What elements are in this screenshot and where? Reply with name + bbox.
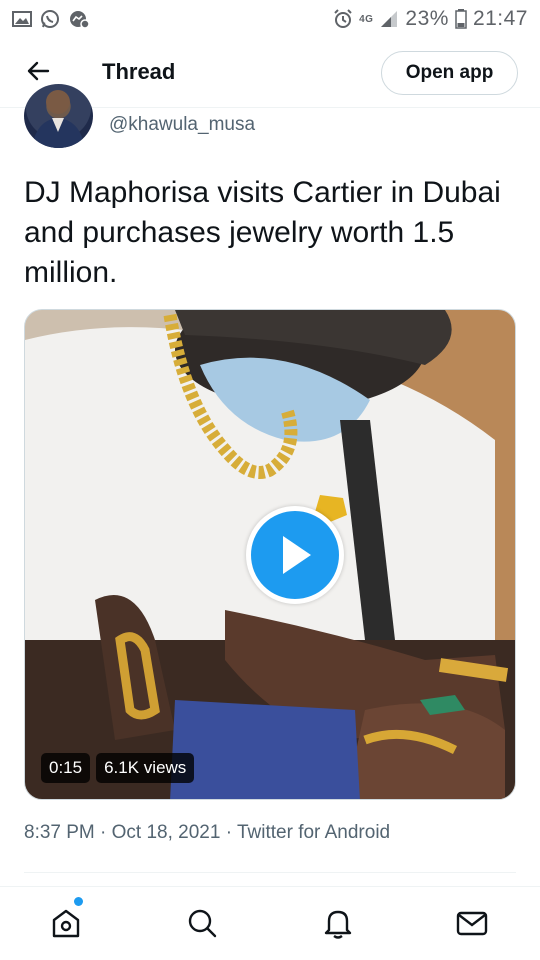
clock: 21:47 bbox=[472, 7, 528, 30]
messenger-icon bbox=[68, 9, 90, 29]
tweet-text: DJ Maphorisa visits Cartier in Dubai and… bbox=[24, 176, 501, 289]
bottom-nav bbox=[0, 886, 540, 960]
alarm-icon bbox=[333, 9, 353, 29]
nav-messages[interactable] bbox=[452, 905, 492, 945]
status-right: 4G 23% 21:47 bbox=[333, 7, 528, 31]
page-title: Thread bbox=[102, 59, 176, 84]
user-handle[interactable]: @khawula_musa bbox=[109, 114, 255, 136]
signal-icon bbox=[379, 10, 399, 28]
whatsapp-icon bbox=[40, 9, 60, 29]
network-type: 4G bbox=[359, 13, 374, 25]
messages-icon bbox=[455, 906, 489, 945]
play-icon bbox=[275, 533, 315, 577]
status-left bbox=[12, 9, 90, 29]
gallery-icon bbox=[12, 11, 32, 27]
video-badges: 0:15 6.1K views bbox=[41, 753, 195, 783]
battery-icon bbox=[455, 9, 467, 29]
notifications-icon bbox=[321, 906, 355, 945]
home-icon bbox=[49, 906, 83, 945]
nav-notifications[interactable] bbox=[318, 905, 358, 945]
back-button[interactable] bbox=[20, 58, 56, 88]
avatar[interactable] bbox=[24, 84, 93, 148]
arrow-left-icon bbox=[26, 61, 50, 86]
battery-percent: 23% bbox=[405, 7, 449, 30]
divider bbox=[24, 872, 516, 873]
tweet-meta: 8:37 PM · Oct 18, 2021 · Twitter for And… bbox=[24, 822, 391, 843]
home-notification-dot bbox=[74, 897, 83, 906]
nav-home[interactable] bbox=[46, 905, 86, 945]
video-duration: 0:15 bbox=[41, 753, 91, 783]
status-bar: 4G 23% 21:47 bbox=[0, 0, 540, 38]
open-app-button[interactable]: Open app bbox=[381, 51, 518, 95]
search-icon bbox=[185, 906, 219, 945]
play-button[interactable] bbox=[246, 506, 344, 604]
video-media[interactable]: 0:15 6.1K views bbox=[24, 309, 516, 800]
video-views: 6.1K views bbox=[96, 753, 195, 783]
nav-search[interactable] bbox=[182, 905, 222, 945]
